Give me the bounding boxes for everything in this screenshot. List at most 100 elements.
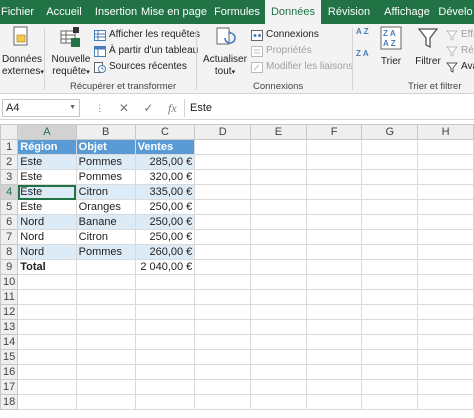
cell-a4-active[interactable]: Este: [17, 184, 77, 200]
cell[interactable]: [361, 139, 419, 155]
cell[interactable]: Este: [17, 199, 77, 215]
tab-developpeur[interactable]: Dévelo: [437, 0, 474, 24]
cell[interactable]: [361, 274, 419, 290]
cell[interactable]: [305, 304, 363, 320]
select-all-corner[interactable]: [0, 124, 19, 140]
tab-affichage[interactable]: Affichage: [377, 0, 437, 24]
cell[interactable]: [17, 304, 77, 320]
cell[interactable]: [417, 304, 474, 320]
cell[interactable]: [194, 394, 252, 410]
cell[interactable]: [250, 139, 307, 155]
tab-formules[interactable]: Formules: [209, 0, 265, 24]
cell[interactable]: [361, 214, 419, 230]
cell[interactable]: [305, 229, 363, 245]
cell[interactable]: 250,00 €: [134, 214, 196, 230]
cell[interactable]: Banane: [75, 214, 136, 230]
cell[interactable]: Oranges: [75, 199, 136, 215]
row-header[interactable]: 5: [0, 199, 19, 215]
column-header-h[interactable]: H: [417, 124, 474, 140]
row-header[interactable]: 12: [0, 304, 19, 320]
filtrer-button[interactable]: Filtrer: [414, 26, 442, 68]
cell[interactable]: [134, 379, 196, 395]
name-box[interactable]: A4 ▼: [2, 99, 80, 117]
cell[interactable]: Este: [17, 154, 77, 170]
row-header[interactable]: 2: [0, 154, 19, 170]
cell[interactable]: [250, 184, 307, 200]
reappliquer-button[interactable]: Réa: [446, 44, 474, 58]
cell[interactable]: [17, 349, 77, 365]
cell[interactable]: [361, 334, 419, 350]
cell[interactable]: [305, 139, 363, 155]
cell[interactable]: [17, 289, 77, 305]
cell[interactable]: [305, 154, 363, 170]
cell[interactable]: [194, 274, 252, 290]
cell[interactable]: [417, 169, 474, 185]
cell[interactable]: [250, 364, 307, 380]
cell[interactable]: [134, 274, 196, 290]
cell[interactable]: [250, 199, 307, 215]
cell[interactable]: [194, 154, 252, 170]
row-header[interactable]: 6: [0, 214, 19, 230]
cell[interactable]: [361, 379, 419, 395]
cell[interactable]: [17, 319, 77, 335]
row-header[interactable]: 4: [0, 184, 19, 200]
cell[interactable]: 320,00 €: [134, 169, 196, 185]
cell[interactable]: [361, 184, 419, 200]
cell[interactable]: [305, 244, 363, 260]
cell[interactable]: [361, 259, 419, 275]
cell[interactable]: [134, 319, 196, 335]
row-header[interactable]: 17: [0, 379, 19, 395]
row-header[interactable]: 9: [0, 259, 19, 275]
cell[interactable]: [75, 319, 136, 335]
cell[interactable]: 335,00 €: [134, 184, 196, 200]
cell[interactable]: [75, 259, 136, 275]
cell[interactable]: [417, 289, 474, 305]
cell[interactable]: [194, 304, 252, 320]
row-header[interactable]: 15: [0, 349, 19, 365]
cell[interactable]: [194, 259, 252, 275]
tab-fichier[interactable]: Fichier: [0, 0, 35, 24]
cell[interactable]: [134, 334, 196, 350]
cell[interactable]: [250, 379, 307, 395]
insert-function-icon[interactable]: fx: [168, 101, 177, 116]
cell[interactable]: [75, 349, 136, 365]
row-header[interactable]: 8: [0, 244, 19, 260]
cell[interactable]: [17, 334, 77, 350]
cell[interactable]: Nord: [17, 214, 77, 230]
cell[interactable]: [17, 379, 77, 395]
cell[interactable]: [305, 334, 363, 350]
row-header[interactable]: 10: [0, 274, 19, 290]
cell[interactable]: Citron: [75, 184, 136, 200]
row-header[interactable]: 11: [0, 289, 19, 305]
cell[interactable]: [194, 199, 252, 215]
chevron-down-icon[interactable]: ▼: [69, 100, 76, 116]
actualiser-tout-button[interactable]: Actualiser tout▾: [200, 26, 250, 79]
enter-icon[interactable]: ✓: [143, 101, 153, 115]
cell[interactable]: [361, 199, 419, 215]
cell[interactable]: Nord: [17, 244, 77, 260]
sort-za-button[interactable]: Z A: [356, 50, 369, 58]
cell[interactable]: [250, 349, 307, 365]
cell[interactable]: [417, 319, 474, 335]
formula-content[interactable]: Este: [190, 99, 212, 117]
cell[interactable]: 285,00 €: [134, 154, 196, 170]
cell[interactable]: [361, 289, 419, 305]
modifier-liaisons-button[interactable]: Modifier les liaisons: [251, 60, 353, 74]
cell[interactable]: [194, 184, 252, 200]
cell[interactable]: [417, 139, 474, 155]
cell[interactable]: [361, 319, 419, 335]
cell[interactable]: [75, 379, 136, 395]
row-header[interactable]: 1: [0, 139, 19, 155]
cell[interactable]: [417, 349, 474, 365]
a-partir-tableau-button[interactable]: À partir d'un tableau: [94, 44, 198, 58]
cell[interactable]: [17, 274, 77, 290]
cell[interactable]: [194, 244, 252, 260]
cell[interactable]: [417, 229, 474, 245]
cell[interactable]: [194, 319, 252, 335]
cell[interactable]: [75, 394, 136, 410]
tab-mise-en-page[interactable]: Mise en page: [139, 0, 209, 24]
cell[interactable]: 260,00 €: [134, 244, 196, 260]
cell[interactable]: [361, 154, 419, 170]
cell[interactable]: Citron: [75, 229, 136, 245]
nouvelle-requete-button[interactable]: Nouvelle requête▾: [50, 26, 92, 79]
